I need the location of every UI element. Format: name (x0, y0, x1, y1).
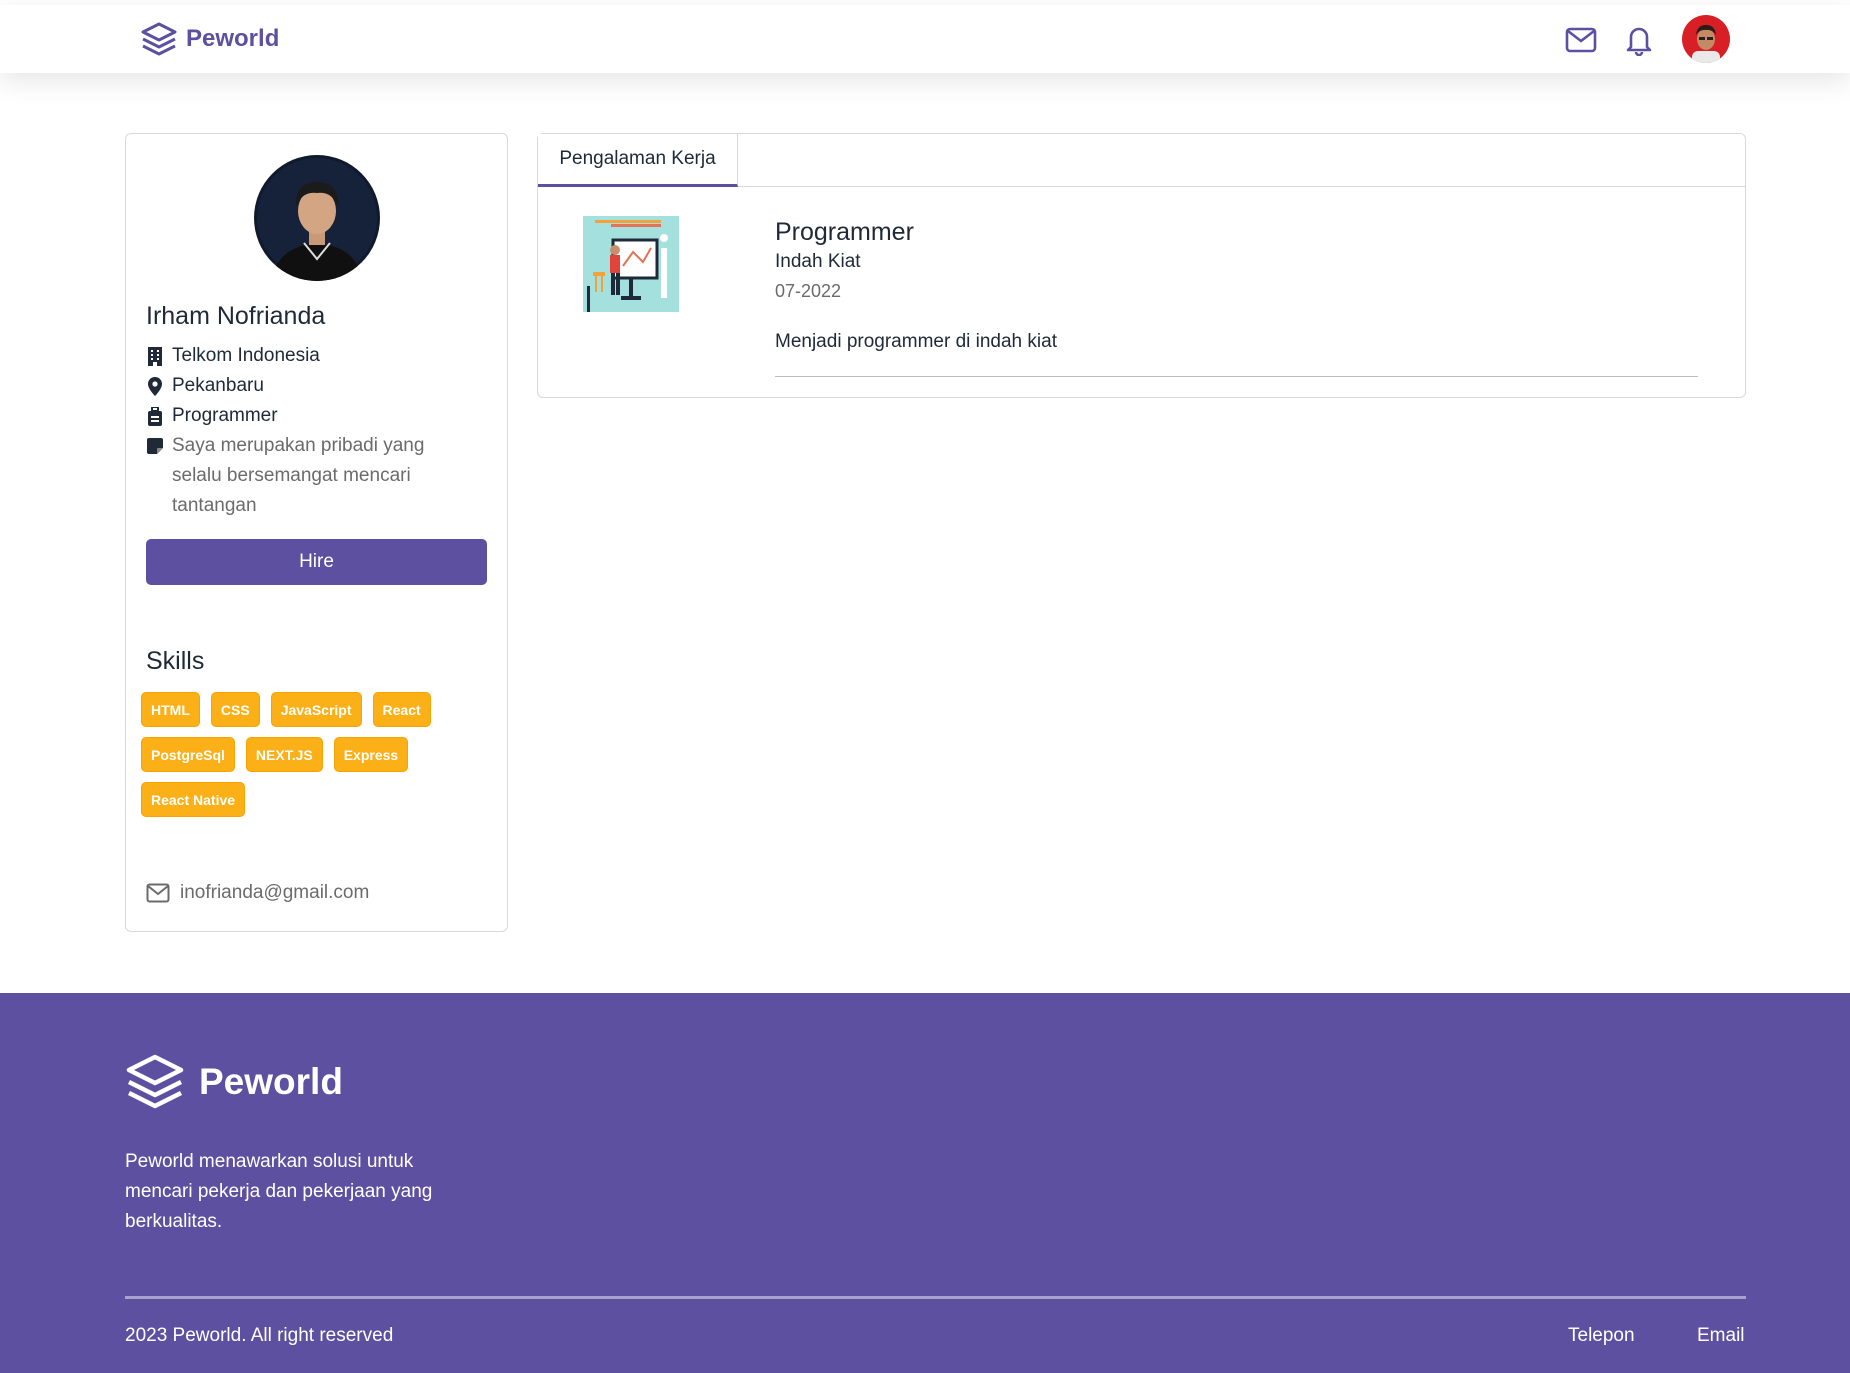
navbar: Peworld (0, 5, 1850, 73)
skills-list: HTML CSS JavaScript React PostgreSql NEX… (141, 692, 491, 817)
mail-button[interactable] (1564, 23, 1598, 57)
footer-link-email[interactable]: Email (1697, 1325, 1745, 1347)
skill-badge: React (372, 692, 431, 727)
skill-badge: CSS (210, 692, 260, 727)
company-text: Telkom Indonesia (172, 345, 320, 366)
profile-name: Irham Nofrianda (146, 302, 326, 330)
brand-logo[interactable]: Peworld (140, 21, 279, 57)
location-text: Pekanbaru (172, 375, 264, 396)
company-row: Telkom Indonesia (146, 345, 320, 367)
profile-card: Irham Nofrianda Telkom Indonesia Pekanba… (125, 133, 508, 932)
skills-title: Skills (146, 647, 205, 675)
notification-button[interactable] (1622, 23, 1656, 57)
skill-badge: NEXT.JS (245, 737, 323, 772)
tab-pengalaman-kerja[interactable]: Pengalaman Kerja (538, 134, 738, 187)
skill-badge: JavaScript (270, 692, 362, 727)
skill-badge: Express (333, 737, 409, 772)
profile-avatar (254, 155, 380, 281)
footer-link-telepon[interactable]: Telepon (1568, 1325, 1635, 1347)
email-row[interactable]: inofrianda@gmail.com (146, 882, 369, 904)
experience-description: Menjadi programmer di indah kiat (775, 331, 1057, 352)
layers-logo-icon (126, 1054, 184, 1109)
experience-divider (775, 376, 1698, 377)
footer-brand-name: Peworld (199, 1061, 343, 1102)
job-text: Programmer (172, 405, 278, 426)
experience-card: Pengalaman Kerja Programmer Indah Kiat 0… (537, 133, 1746, 398)
experience-position: Programmer (775, 218, 914, 246)
experience-company: Indah Kiat (775, 251, 861, 272)
layers-logo-icon (141, 22, 177, 56)
footer-divider (125, 1296, 1746, 1299)
email-text: inofrianda@gmail.com (180, 882, 370, 903)
footer-description: Peworld menawarkan solusi untuk mencari … (125, 1151, 433, 1232)
bell-icon (1626, 27, 1652, 56)
note-icon (146, 431, 164, 461)
footer: Peworld Peworld menawarkan solusi untuk … (0, 993, 1850, 1373)
footer-copyright: 2023 Peworld. All right reserved (125, 1325, 394, 1346)
bio-row: Saya merupakan pribadi yang selalu berse… (146, 431, 472, 521)
mail-icon (1565, 27, 1597, 53)
job-row: Programmer (146, 405, 278, 427)
skill-badge: PostgreSql (141, 737, 235, 772)
brand-name: Peworld (186, 25, 280, 52)
location-row: Pekanbaru (146, 375, 264, 397)
building-icon (146, 345, 164, 367)
user-avatar[interactable] (1682, 15, 1730, 63)
skill-badge: React Native (141, 782, 246, 817)
bio-text: Saya merupakan pribadi yang selalu berse… (172, 435, 425, 516)
mail-icon (146, 883, 170, 903)
footer-brand-logo[interactable]: Peworld (125, 1053, 343, 1111)
hire-button[interactable]: Hire (146, 539, 487, 585)
map-pin-icon (146, 375, 164, 397)
experience-thumbnail (583, 216, 679, 312)
experience-date: 07-2022 (775, 281, 842, 301)
briefcase-icon (146, 405, 164, 427)
skill-badge: HTML (141, 692, 200, 727)
tabs-bar: Pengalaman Kerja (538, 134, 1745, 187)
